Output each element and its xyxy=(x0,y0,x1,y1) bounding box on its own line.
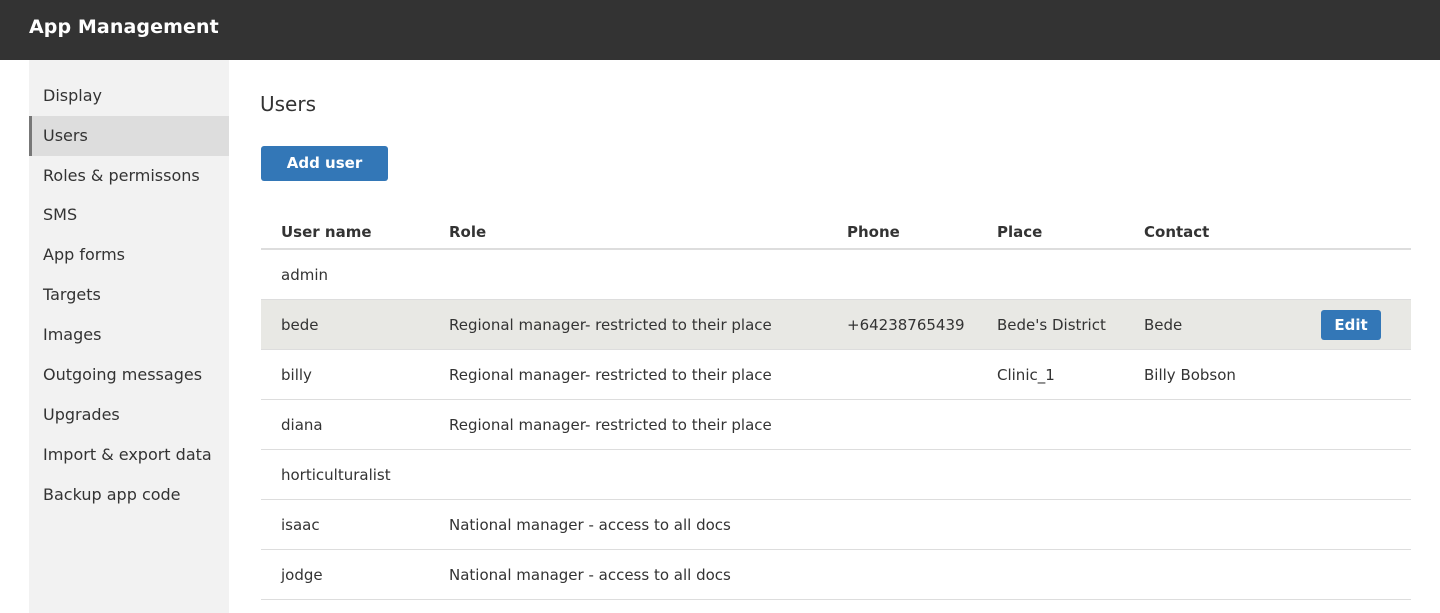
sidebar-item-backup-app-code[interactable]: Backup app code xyxy=(29,475,229,515)
sidebar-item-app-forms[interactable]: App forms xyxy=(29,235,229,275)
users-table: User name Role Phone Place Contact admin… xyxy=(261,215,1411,600)
sidebar-nav: Display Users Roles & permissons SMS App… xyxy=(29,60,229,613)
cell-role: National manager - access to all docs xyxy=(449,516,731,534)
cell-place: Bede's District xyxy=(997,316,1106,334)
edit-user-button[interactable]: Edit xyxy=(1321,310,1381,340)
add-user-button[interactable]: Add user xyxy=(261,146,388,181)
cell-role: Regional manager- restricted to their pl… xyxy=(449,416,772,434)
column-header-role: Role xyxy=(449,223,487,241)
sidebar-item-sms[interactable]: SMS xyxy=(29,195,229,235)
cell-user-name: jodge xyxy=(281,566,323,584)
table-row[interactable]: billy Regional manager- restricted to th… xyxy=(261,350,1411,400)
cell-role: Regional manager- restricted to their pl… xyxy=(449,366,772,384)
sidebar-item-upgrades[interactable]: Upgrades xyxy=(29,395,229,435)
sidebar-item-images[interactable]: Images xyxy=(29,315,229,355)
sidebar-item-roles-permissions[interactable]: Roles & permissons xyxy=(29,156,229,196)
sidebar-item-outgoing-messages[interactable]: Outgoing messages xyxy=(29,355,229,395)
cell-contact: Bede xyxy=(1144,316,1183,334)
column-header-user-name: User name xyxy=(281,223,372,241)
column-header-place: Place xyxy=(997,223,1043,241)
cell-phone: +64238765439 xyxy=(847,316,965,334)
sidebar-item-import-export-data[interactable]: Import & export data xyxy=(29,435,229,475)
table-row[interactable]: diana Regional manager- restricted to th… xyxy=(261,400,1411,450)
column-header-phone: Phone xyxy=(847,223,900,241)
page-title: Users xyxy=(260,92,317,116)
sidebar-item-users[interactable]: Users xyxy=(29,116,229,156)
cell-role: Regional manager- restricted to their pl… xyxy=(449,316,772,334)
table-row[interactable]: isaac National manager - access to all d… xyxy=(261,500,1411,550)
app-header: App Management xyxy=(0,0,1440,60)
cell-user-name: horticulturalist xyxy=(281,466,391,484)
table-row[interactable]: bede Regional manager- restricted to the… xyxy=(261,300,1411,350)
cell-user-name: bede xyxy=(281,316,319,334)
table-row[interactable]: horticulturalist xyxy=(261,450,1411,500)
column-header-contact: Contact xyxy=(1144,223,1210,241)
cell-user-name: isaac xyxy=(281,516,320,534)
cell-role: National manager - access to all docs xyxy=(449,566,731,584)
sidebar-item-targets[interactable]: Targets xyxy=(29,275,229,315)
cell-user-name: diana xyxy=(281,416,323,434)
cell-place: Clinic_1 xyxy=(997,366,1055,384)
app-title: App Management xyxy=(29,16,219,38)
table-row[interactable]: admin xyxy=(261,250,1411,300)
table-row[interactable]: jodge National manager - access to all d… xyxy=(261,550,1411,600)
cell-user-name: admin xyxy=(281,266,328,284)
cell-contact: Billy Bobson xyxy=(1144,366,1236,384)
sidebar-item-display[interactable]: Display xyxy=(29,76,229,116)
table-header: User name Role Phone Place Contact xyxy=(261,215,1411,250)
cell-user-name: billy xyxy=(281,366,312,384)
